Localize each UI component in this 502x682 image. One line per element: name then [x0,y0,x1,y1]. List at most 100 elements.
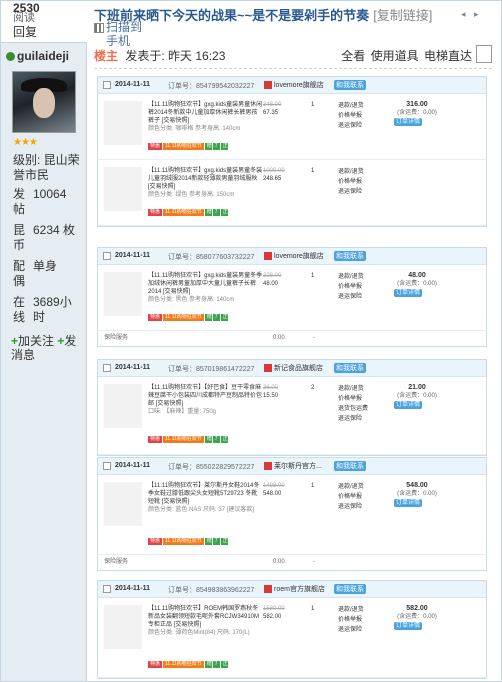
username[interactable]: guilaideji [6,49,69,63]
avatar[interactable] [12,71,76,133]
order-header: 2014-11-11 订单号：854799542032227 lovemore旗… [98,77,486,94]
stat-spouse-label: 配偶 [13,259,26,288]
shop-link[interactable]: 新记食品旗舰店 [264,363,323,373]
product-title[interactable]: 【11.11购物狂欢节】莱尔斯丹女鞋2014冬季女鞋过膝低跟尖头女短靴5T297… [148,483,259,505]
product-image[interactable] [104,101,142,145]
scan-label-2[interactable]: 手机 [106,34,130,48]
contact-seller-button[interactable]: 和我联系 [334,584,366,594]
order-checkbox[interactable] [103,81,111,89]
contact-seller-button[interactable]: 和我联系 [334,363,366,373]
price-report-link[interactable]: 价格举报 [338,284,362,290]
order-detail-button[interactable]: 订单详情 [394,118,423,126]
elevator-link[interactable]: 电梯直达 [424,49,472,63]
username-text[interactable]: guilaideji [17,49,69,63]
order-number: 订单号：854983863962227 [168,587,255,594]
return-insurance-link[interactable]: 退运保险 [338,416,362,422]
refund-link[interactable]: 退款/退货 [338,103,364,109]
product-title[interactable]: 【11.11购物狂欢节】gxg.kids童装男童休闲裤2014冬新款中儿童加厚休… [148,102,262,124]
order-card: 2014-11-11 订单号：858077603732227 lovemore旗… [97,247,487,347]
stat-coins-value: 6234 枚 [33,223,76,237]
shop-link[interactable]: 莱尔斯丹官方... [264,461,322,471]
shop-link[interactable]: roem官方旗舰店 [264,584,325,594]
return-insurance-link[interactable]: 退运保险 [338,189,362,195]
refund-link[interactable]: 退款/退货 [338,607,364,613]
shop-link[interactable]: lovemore旗舰店 [264,251,324,261]
order-checkbox[interactable] [103,252,111,260]
stat-spouse: 配偶单身 [13,259,57,289]
return-insurance-link[interactable]: 退运保险 [338,123,362,129]
refund-link[interactable]: 退款/退货 [338,386,364,392]
order-date: 2014-11-11 [115,585,151,592]
contact-seller-button[interactable]: 和我联系 [334,80,366,90]
tag-gift: 赠 [204,436,212,443]
stat-coins: 昆币 6234 枚 [13,223,75,253]
order-card: 2014-11-11 订单号：854799542032227 lovemore旗… [97,76,487,227]
shop-name[interactable]: roem官方旗舰店 [274,586,325,593]
product-desc[interactable]: 【11.11购物狂欢节】【好巴食】豆干零食麻辣豆腐干小包装四川成都特产豆制品特价… [148,384,263,416]
order-detail-button[interactable]: 订单详情 [394,622,423,630]
stat-coins-label: 昆币 [13,223,26,252]
price-report-link[interactable]: 价格举报 [338,494,362,500]
price-report-link[interactable]: 价格举报 [338,179,362,185]
order-detail-button[interactable]: 订单详情 [394,289,423,297]
stat-posts-value: 10064 [33,187,67,201]
product-image[interactable] [104,384,142,428]
shop-name[interactable]: lovemore旗舰店 [274,253,324,260]
refund-link[interactable]: 退款/退货 [338,169,364,175]
product-image[interactable] [104,167,142,211]
shipping-fee: (含运费：0.00) [397,281,437,287]
product-title[interactable]: 【11.11购物狂欢节】gxg.kids童装男童冬季加绒休闲裤男童加厚中大童儿童… [148,273,262,295]
product-title[interactable]: 【11.11购物狂欢节】ROEM韩国罗燕秋冬新品女装翻领短款毛呢外套RCJW34… [148,606,259,628]
return-insurance-link[interactable]: 退运保险 [338,504,362,510]
product-desc[interactable]: 【11.11购物狂欢节】莱尔斯丹女鞋2014冬季女鞋过膝低跟尖头女短靴5T297… [148,482,263,514]
order-total: 21.00 [408,384,426,391]
follow-button[interactable]: 加关注 [18,334,54,348]
shipping-fee: (含运费：0.00) [397,110,437,116]
price-report-link[interactable]: 价格举报 [338,617,362,623]
return-insurance-link[interactable]: 退运保险 [338,627,362,633]
order-detail-button[interactable]: 订单详情 [394,401,423,409]
copy-link-button[interactable]: [复制链接] [373,8,432,23]
shipping-fee: (含运费：0.00) [397,491,437,497]
floor-number-input[interactable] [476,45,492,63]
original-price: 36.00 [263,385,279,391]
refund-link[interactable]: 退款/退货 [338,274,364,280]
price-report-link[interactable]: 价格举报 [338,113,362,119]
product-spec: 颜色分类: 黑色 参考身高: 140cm [148,297,235,303]
product-desc[interactable]: 【11.11购物狂欢节】gxg.kids童装男童冬装儿童羽绒服2014新款轻薄款… [148,167,263,199]
price-report-link[interactable]: 价格举报 [338,396,362,402]
refund-link[interactable]: 退款/退货 [338,484,364,490]
product-title[interactable]: 【11.11购物狂欢节】【好巴食】豆干零食麻辣豆腐干小包装四川成都特产豆制品特价… [148,385,262,407]
order-checkbox[interactable] [103,462,111,470]
shop-name[interactable]: lovemore旗舰店 [274,82,324,89]
product-tags: 特惠 11.11购物狂欢节赠 7 正 [148,208,229,216]
product-image[interactable] [104,605,142,649]
product-desc[interactable]: 【11.11购物狂欢节】gxg.kids童装男童冬季加绒休闲裤男童加厚中大童儿童… [148,272,263,304]
return-insurance-link[interactable]: 退运保险 [338,294,362,300]
use-tool-link[interactable]: 使用道具 [371,49,419,63]
original-price: 348.00 [263,102,282,108]
product-desc[interactable]: 【11.11购物狂欢节】ROEM韩国罗燕秋冬新品女装翻领短款毛呢外套RCJW34… [148,605,263,637]
product-image[interactable] [104,272,142,316]
order-number: 订单号：858077603732227 [168,254,255,261]
view-all-link[interactable]: 全看 [341,49,365,63]
shop-name[interactable]: 莱尔斯丹官方... [274,463,322,470]
quantity: 1 [311,168,315,174]
product-image[interactable] [104,482,142,526]
return-shipping-link[interactable]: 退货包运费 [338,406,368,412]
shop-name[interactable]: 新记食品旗舰店 [274,365,323,372]
scan-to-phone[interactable]: 扫描到 手机 [94,20,142,48]
order-detail-button[interactable]: 订单详情 [394,499,423,507]
product-title[interactable]: 【11.11购物狂欢节】gxg.kids童装男童冬装儿童羽绒服2014新款轻薄款… [148,168,262,190]
contact-seller-button[interactable]: 和我联系 [334,251,366,261]
shop-icon [264,252,272,261]
order-checkbox[interactable] [103,364,111,372]
product-desc[interactable]: 【11.11购物狂欢节】gxg.kids童装男童休闲裤2014冬新款中儿童加厚休… [148,101,263,133]
order-header: 2014-11-11 订单号：857019861472227 新记食品旗舰店 和… [98,360,486,377]
shop-link[interactable]: lovemore旗舰店 [264,80,324,90]
scan-label[interactable]: 扫描到 [106,20,142,34]
order-checkbox[interactable] [103,585,111,593]
contact-seller-button[interactable]: 和我联系 [334,461,366,471]
nav-arrows-icon[interactable]: ◂ ▸ [461,9,482,20]
tag-event: 11.11购物狂欢节 [163,436,204,443]
